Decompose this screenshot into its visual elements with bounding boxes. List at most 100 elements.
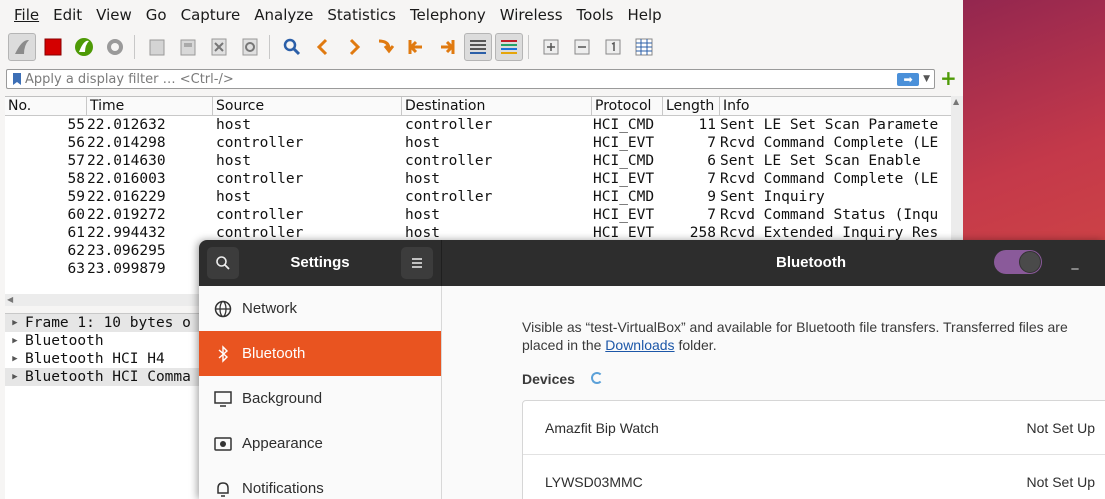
downloads-link[interactable]: Downloads [605,337,674,353]
resize-columns-icon[interactable] [630,33,658,61]
cell-info: Sent Inquiry [720,189,825,205]
cell-protocol: HCI_CMD [593,189,655,205]
toolbar-separator [134,35,135,59]
menu-file[interactable]: File [0,6,46,24]
colorize-icon[interactable] [495,33,523,61]
device-row-lywsd03mmc[interactable]: LYWSD03MMC Not Set Up [523,455,1105,499]
expand-triangle-icon[interactable]: ▶ [5,372,25,382]
cell-destination: controller [405,153,493,169]
col-header-destination[interactable]: Destination [402,97,592,115]
bluetooth-toggle[interactable] [994,250,1042,274]
cell-info: Sent LE Set Scan Paramete [720,117,939,133]
shark-fin-start-icon[interactable] [8,33,36,61]
menu-capture[interactable]: Capture [174,6,248,24]
cell-source: controller [216,207,304,223]
table-row[interactable]: 57 22.014630 host controller HCI_CMD 6 S… [5,152,951,170]
menu-tools[interactable]: Tools [570,6,621,24]
sidebar-item-label: Bluetooth [242,345,306,362]
search-button[interactable] [207,247,239,279]
device-list: Amazfit Bip Watch Not Set Up LYWSD03MMC … [522,400,1105,499]
visibility-description: Visible as “test-VirtualBox” and availab… [522,318,1105,354]
reload-file-icon[interactable] [236,33,264,61]
display-filter-input[interactable] [21,70,898,88]
col-header-info[interactable]: Info [720,97,951,115]
minimize-icon[interactable]: _ [1069,254,1081,272]
cell-length: 11 [698,117,716,133]
bookmark-icon[interactable] [13,73,21,85]
settings-window: Settings Bluetooth _ Network Bluetooth B… [199,240,1105,499]
cell-destination: controller [405,117,493,133]
menu-wireless[interactable]: Wireless [493,6,570,24]
notifications-icon [213,479,233,499]
col-header-protocol[interactable]: Protocol [592,97,663,115]
sidebar-item-appearance[interactable]: Appearance [199,421,441,466]
zoom-out-icon[interactable] [568,33,596,61]
sidebar-item-background[interactable]: Background [199,376,441,421]
expand-triangle-icon[interactable]: ▶ [5,354,25,364]
go-last-icon[interactable] [433,33,461,61]
table-row[interactable]: 58 22.016003 controller host HCI_EVT 7 R… [5,170,951,188]
go-to-packet-icon[interactable] [371,33,399,61]
menu-bar: File Edit View Go Capture Analyze Statis… [0,0,963,30]
menu-help[interactable]: Help [620,6,668,24]
bluetooth-icon [213,344,233,364]
zoom-in-icon[interactable] [537,33,565,61]
close-file-icon[interactable] [205,33,233,61]
capture-options-icon[interactable] [101,33,129,61]
expand-triangle-icon[interactable]: ▶ [5,318,25,328]
cell-info: Rcvd Command Complete (LE [720,135,939,151]
scroll-left-icon[interactable]: ◀ [7,295,13,304]
sidebar-item-network[interactable]: Network [199,286,441,331]
col-header-length[interactable]: Length [663,97,720,115]
go-first-icon[interactable] [402,33,430,61]
sidebar-item-label: Appearance [242,435,323,452]
col-header-no[interactable]: No. [5,97,87,115]
table-row[interactable]: 55 22.012632 host controller HCI_CMD 11 … [5,116,951,134]
scroll-up-icon[interactable]: ▲ [953,97,959,106]
table-row[interactable]: 59 22.016229 host controller HCI_CMD 9 S… [5,188,951,206]
menu-view[interactable]: View [89,6,139,24]
sidebar-item-notifications[interactable]: Notifications [199,466,441,499]
device-name: Amazfit Bip Watch [545,419,659,436]
cell-no: 57 [67,153,85,169]
cell-destination: host [405,171,440,187]
cell-no: 59 [67,189,85,205]
device-row-amazfit[interactable]: Amazfit Bip Watch Not Set Up [523,401,1105,455]
menu-go[interactable]: Go [139,6,174,24]
table-row[interactable]: 56 22.014298 controller host HCI_EVT 7 R… [5,134,951,152]
col-header-time[interactable]: Time [87,97,213,115]
cell-protocol: HCI_CMD [593,117,655,133]
stop-capture-icon[interactable] [39,33,67,61]
sidebar-item-bluetooth[interactable]: Bluetooth [199,331,441,376]
expand-triangle-icon[interactable]: ▶ [5,336,25,346]
network-icon [213,299,233,319]
appearance-icon [213,434,233,454]
col-header-source[interactable]: Source [213,97,402,115]
cell-source: host [216,189,251,205]
tree-item-label: Bluetooth HCI Comma [25,369,191,385]
apply-filter-arrow-icon[interactable]: ➡ [897,72,920,86]
cell-protocol: HCI_CMD [593,153,655,169]
menu-telephony[interactable]: Telephony [403,6,493,24]
settings-sidebar: Network Bluetooth Background Appearance … [199,286,442,499]
save-file-icon[interactable] [174,33,202,61]
table-row[interactable]: 60 22.019272 controller host HCI_EVT 7 R… [5,206,951,224]
menu-edit[interactable]: Edit [46,6,89,24]
menu-analyze[interactable]: Analyze [247,6,320,24]
cell-length: 9 [707,189,716,205]
main-menu-button[interactable] [401,247,433,279]
autoscroll-icon[interactable] [464,33,492,61]
find-packet-icon[interactable] [278,33,306,61]
go-back-icon[interactable] [309,33,337,61]
normal-size-icon[interactable] [599,33,627,61]
menu-statistics[interactable]: Statistics [320,6,403,24]
open-file-icon[interactable] [143,33,171,61]
toolbar-separator [269,35,270,59]
cell-length: 7 [707,207,716,223]
cell-time: 22.994432 [87,225,166,241]
filter-dropdown-icon[interactable]: ▼ [923,74,930,84]
go-forward-icon[interactable] [340,33,368,61]
add-filter-plus-icon[interactable]: + [940,68,957,88]
restart-capture-icon[interactable] [70,33,98,61]
cell-info: Sent LE Set Scan Enable [720,153,921,169]
